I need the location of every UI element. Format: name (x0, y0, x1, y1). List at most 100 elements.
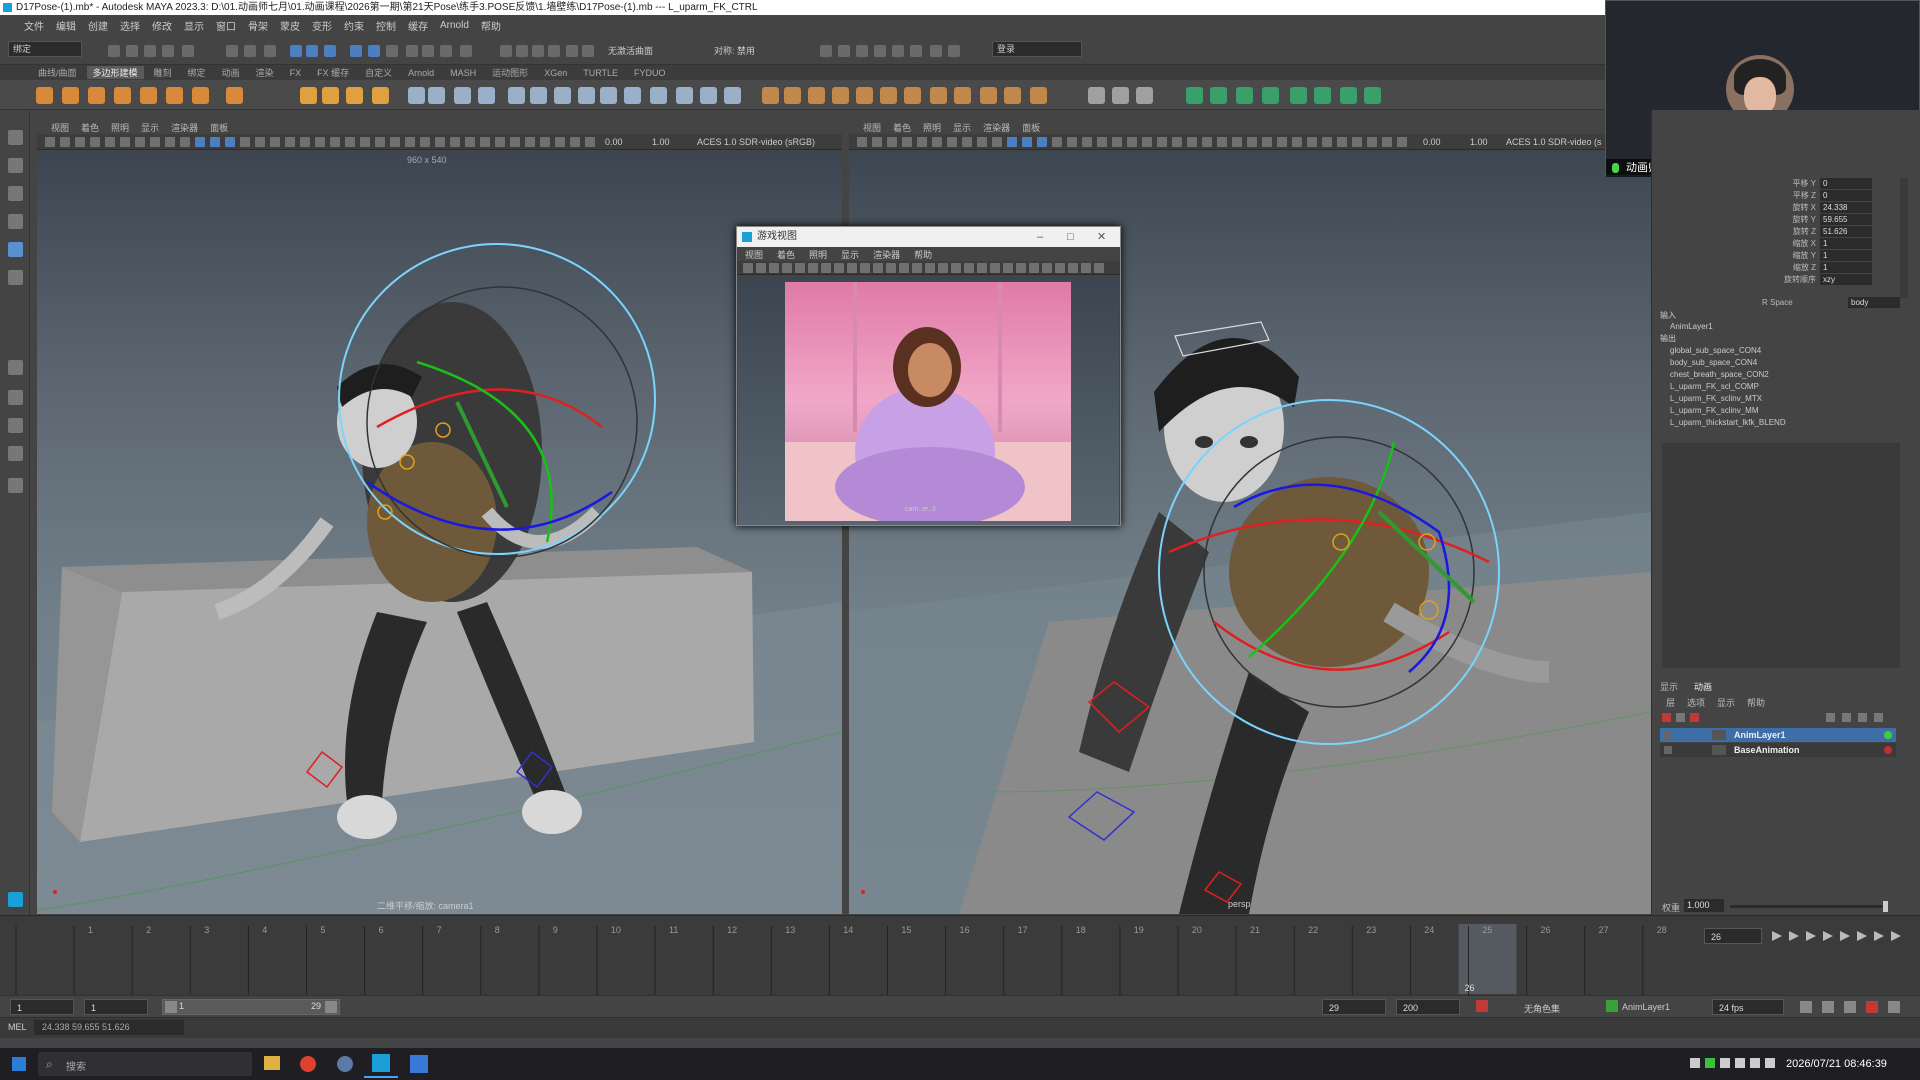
reference-tool-icon[interactable] (1094, 263, 1104, 273)
status-line-tool-icon[interactable] (324, 45, 336, 57)
shelf-tool-icon[interactable] (880, 87, 897, 104)
anim-layer-row[interactable]: BaseAnimation (1660, 743, 1896, 757)
viewport-tool-icon[interactable] (1202, 137, 1212, 147)
reference-tool-icon[interactable] (1042, 263, 1052, 273)
reference-tool-icon[interactable] (951, 263, 961, 273)
menu-item[interactable]: Arnold (440, 20, 469, 31)
reference-tool-icon[interactable] (873, 263, 883, 273)
channel-value[interactable]: 1 (1820, 262, 1872, 273)
status-line-tool-icon[interactable] (306, 45, 318, 57)
channel-row[interactable]: 旋转 Z 51.626 (1652, 226, 1882, 238)
shelf-tab[interactable]: FX 缓存 (311, 66, 355, 79)
wechat-icon[interactable] (1705, 1058, 1715, 1068)
shelf-tool-icon[interactable] (322, 87, 339, 104)
viewport-tool-icon[interactable] (570, 137, 580, 147)
close-icon[interactable]: ✕ (1097, 227, 1106, 247)
shelf-tool-icon[interactable] (980, 87, 997, 104)
channel-value[interactable]: 1 (1820, 238, 1872, 249)
viewport-tool-icon[interactable] (585, 137, 595, 147)
viewport-tool-icon[interactable] (405, 137, 415, 147)
status-line-tool-icon[interactable] (290, 45, 302, 57)
shelf-tool-icon[interactable] (784, 87, 801, 104)
four-view-layout-icon[interactable] (8, 390, 23, 405)
tray-up-icon[interactable] (1690, 1058, 1700, 1068)
reference-tool-icon[interactable] (743, 263, 753, 273)
viewport-tool-icon[interactable] (992, 137, 1002, 147)
reference-tool-icon[interactable] (860, 263, 870, 273)
status-line-tool-icon[interactable] (368, 45, 380, 57)
layer-editor-tab[interactable]: 显示 (1660, 680, 1678, 693)
shelf-tool-icon[interactable] (408, 87, 425, 104)
viewport-tool-icon[interactable] (977, 137, 987, 147)
viewport-tool-icon[interactable] (857, 137, 867, 147)
current-frame-field[interactable]: 26 (1704, 928, 1762, 944)
channel-box-side-tabs[interactable] (1900, 178, 1908, 298)
viewport-tool-icon[interactable] (1382, 137, 1392, 147)
menu-item[interactable]: 编辑 (56, 18, 76, 33)
output-node[interactable]: chest_breath_space_CON2 (1670, 370, 1769, 379)
reference-tool-icon[interactable] (1055, 263, 1065, 273)
maya-taskbar-icon[interactable] (372, 1054, 390, 1072)
shelf-tab[interactable]: 自定义 (359, 66, 398, 79)
viewport-tool-icon[interactable] (1307, 137, 1317, 147)
channel-row[interactable]: 旋转 Y 59.655 (1652, 214, 1882, 226)
output-node[interactable]: body_sub_space_CON4 (1670, 358, 1757, 367)
viewport-tool-icon[interactable] (465, 137, 475, 147)
shelf-tool-icon[interactable] (192, 87, 209, 104)
viewport-tool-icon[interactable] (435, 137, 445, 147)
shelf-tool-icon[interactable] (114, 87, 131, 104)
reference-tool-icon[interactable] (769, 263, 779, 273)
status-line-tool-icon[interactable] (126, 45, 138, 57)
viewport-menu-item[interactable]: 显示 (141, 121, 159, 134)
network-icon[interactable] (1720, 1058, 1730, 1068)
outputs-header[interactable]: 输出 (1660, 333, 1676, 344)
viewport-tool-icon[interactable] (300, 137, 310, 147)
output-node[interactable]: L_uparm_thickstart_lkfk_BLEND (1670, 418, 1786, 427)
status-line-tool-icon[interactable] (820, 45, 832, 57)
viewport-tool-icon[interactable] (165, 137, 175, 147)
status-line-tool-icon[interactable] (386, 45, 398, 57)
mel-label[interactable]: MEL (8, 1022, 27, 1032)
anim-start-field[interactable]: 1 (10, 999, 74, 1015)
reference-tool-icon[interactable] (756, 263, 766, 273)
viewport-tool-icon[interactable] (360, 137, 370, 147)
auto-key-icon[interactable] (1866, 1001, 1878, 1013)
time-slider[interactable]: 1 2 3 4 5 6 7 8 9 10 11 12 13 14 15 16 17 18 19 20 21 22 23 24 2… (0, 915, 1920, 996)
viewport-menu-item[interactable]: 渲染器 (171, 121, 198, 134)
shelf-tab[interactable]: 多边形建模 (86, 66, 144, 79)
reference-tool-icon[interactable] (886, 263, 896, 273)
character-set-label[interactable]: 无角色集 (1524, 1002, 1560, 1015)
symmetry-label[interactable]: 对称: 禁用 (714, 44, 755, 57)
inputs-header[interactable]: 输入 (1660, 310, 1676, 321)
character-set-icon[interactable] (1476, 1000, 1488, 1012)
left-exposure-value[interactable]: 0.00 (605, 137, 623, 147)
channel-row[interactable]: 旋转顺序 xzy (1652, 274, 1882, 286)
meeting-app-icon[interactable] (410, 1055, 428, 1073)
shelf-tool-icon[interactable] (724, 87, 741, 104)
status-line-tool-icon[interactable] (500, 45, 512, 57)
layer-weight-slider[interactable] (1730, 901, 1888, 912)
search-icon[interactable] (8, 478, 23, 493)
lasso-tool-icon[interactable] (8, 158, 23, 173)
status-line-tool-icon[interactable] (566, 45, 578, 57)
shelf-tool-icon[interactable] (454, 87, 471, 104)
layer-editor-menu-item[interactable]: 显示 (1717, 696, 1735, 709)
status-line-tool-icon[interactable] (350, 45, 362, 57)
viewport-tool-icon[interactable] (330, 137, 340, 147)
shelf-tool-icon[interactable] (1210, 87, 1227, 104)
shelf-tool-icon[interactable] (856, 87, 873, 104)
viewport-menu-item[interactable]: 视图 (51, 121, 69, 134)
shelf-tab[interactable]: 渲染 (250, 66, 280, 79)
space-attribute-value[interactable]: body (1848, 297, 1900, 308)
viewport-tool-icon[interactable] (540, 137, 550, 147)
reference-tool-icon[interactable] (938, 263, 948, 273)
shelf-tool-icon[interactable] (700, 87, 717, 104)
shelf-tool-icon[interactable] (554, 87, 571, 104)
viewport-tool-icon[interactable] (345, 137, 355, 147)
status-line-tool-icon[interactable] (892, 45, 904, 57)
single-view-layout-icon[interactable] (8, 360, 23, 375)
step-back-frame-icon[interactable] (1806, 931, 1816, 941)
reference-menu-item[interactable]: 视图 (745, 248, 763, 261)
viewport-tool-icon[interactable] (195, 137, 205, 147)
channel-value[interactable]: 1 (1820, 250, 1872, 261)
